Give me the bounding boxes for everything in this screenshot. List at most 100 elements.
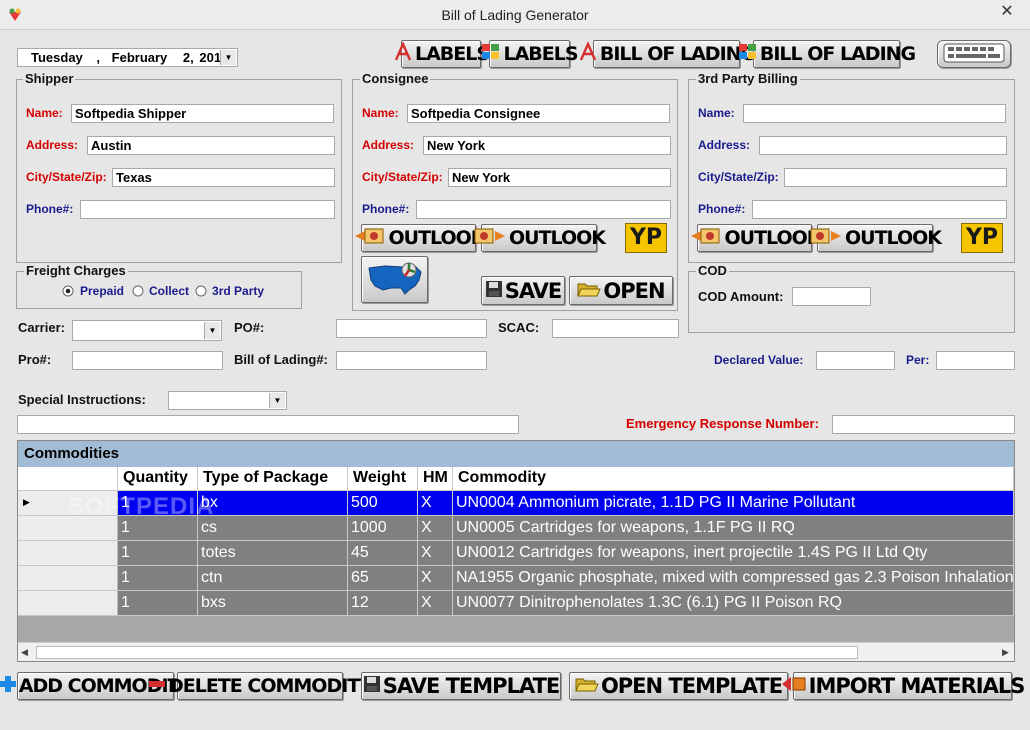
consignee-open-button[interactable]: OPEN (569, 276, 673, 305)
column-header-quantity[interactable]: Quantity (118, 467, 198, 491)
emergency-response-field[interactable] (832, 415, 1015, 434)
cell-hm[interactable]: X (418, 541, 453, 566)
cell-commodity[interactable]: UN0012 Cartridges for weapons, inert pro… (453, 541, 1014, 566)
third-party-yellow-pages-button[interactable]: YP (961, 223, 1003, 253)
cell-type[interactable]: bx (198, 491, 348, 516)
usa-map-button[interactable] (361, 256, 428, 303)
shipper-name-field[interactable]: Softpedia Shipper (71, 104, 334, 123)
shipper-city-field[interactable]: Texas (112, 168, 335, 187)
close-icon[interactable]: ✕ (990, 2, 1024, 22)
third-party-address-field[interactable] (759, 136, 1007, 155)
cell-commodity[interactable]: UN0077 Dinitrophenolates 1.3C (6.1) PG I… (453, 591, 1014, 616)
consignee-outlook-export-button[interactable]: OUTLOOK (474, 224, 606, 252)
radio-prepaid-label: Prepaid (80, 284, 125, 298)
radio-third-party[interactable]: 3rd Party (195, 284, 264, 298)
cell-type[interactable]: totes (198, 541, 348, 566)
keyboard-button[interactable] (937, 40, 1011, 68)
column-header-weight[interactable]: Weight (348, 467, 418, 491)
special-instructions-label: Special Instructions: (18, 392, 146, 407)
consignee-city-field[interactable]: New York (448, 168, 671, 187)
row-selector[interactable] (18, 566, 118, 591)
shipper-phone-field[interactable] (80, 200, 335, 219)
table-row[interactable]: 1 cs 1000 X UN0005 Cartridges for weapon… (18, 516, 1014, 541)
cell-hm[interactable]: X (418, 566, 453, 591)
pro-field[interactable] (72, 351, 223, 370)
declared-value-label: Declared Value: (714, 353, 804, 367)
chevron-down-icon[interactable]: ▼ (220, 50, 236, 65)
chevron-down-icon[interactable]: ▼ (269, 393, 285, 408)
cell-weight[interactable]: 12 (348, 591, 418, 616)
bol-pdf-button[interactable]: BILL OF LADING (579, 40, 756, 68)
consignee-save-label: SAVE (504, 278, 563, 303)
declared-value-field[interactable] (816, 351, 895, 370)
bol-win-button[interactable]: BILL OF LADING (738, 40, 916, 68)
import-materials-button[interactable]: IMPORT MATERIALS (781, 672, 1025, 700)
table-row[interactable]: 1 totes 45 X UN0012 Cartridges for weapo… (18, 541, 1014, 566)
cell-hm[interactable]: X (418, 591, 453, 616)
cell-type[interactable]: cs (198, 516, 348, 541)
column-header-hm[interactable]: HM (418, 467, 453, 491)
column-header-commodity[interactable]: Commodity (453, 467, 1014, 491)
table-row[interactable]: 1 bxs 12 X UN0077 Dinitrophenolates 1.3C… (18, 591, 1014, 616)
open-template-button[interactable]: OPEN TEMPLATE (569, 672, 788, 700)
cell-quantity[interactable]: 1 (118, 591, 198, 616)
scroll-right-icon[interactable]: ▶ (1002, 647, 1009, 658)
horizontal-scrollbar[interactable]: ◀ ▶ (18, 642, 1014, 661)
chevron-down-icon[interactable]: ▼ (204, 322, 220, 339)
row-selector[interactable] (18, 541, 118, 566)
cell-quantity[interactable]: 1 (118, 516, 198, 541)
scac-field[interactable] (552, 319, 679, 338)
bol-number-field[interactable] (336, 351, 487, 370)
date-picker[interactable]: Tuesday , February 2, 2016 ▼ (17, 48, 238, 67)
consignee-address-field[interactable]: New York (423, 136, 671, 155)
row-selector[interactable]: ▶ (18, 491, 118, 516)
third-party-name-field[interactable] (743, 104, 1006, 123)
bol-win-label: BILL OF LADING (759, 43, 916, 65)
table-row[interactable]: ▶ 1 bx 500 X UN0004 Ammonium picrate, 1.… (18, 491, 1014, 516)
commodities-grid[interactable]: Commodities Quantity Type of Package Wei… (17, 440, 1015, 662)
cell-commodity[interactable]: UN0004 Ammonium picrate, 1.1D PG II Mari… (453, 491, 1014, 516)
cell-weight[interactable]: 500 (348, 491, 418, 516)
consignee-save-button[interactable]: SAVE (481, 276, 565, 305)
cell-quantity[interactable]: 1 (118, 566, 198, 591)
cell-commodity[interactable]: NA1955 Organic phosphate, mixed with com… (453, 566, 1014, 591)
consignee-phone-field[interactable] (416, 200, 671, 219)
cell-hm[interactable]: X (418, 491, 453, 516)
labels-win-button[interactable]: LABELS (482, 40, 579, 68)
po-field[interactable] (336, 319, 487, 338)
special-instructions-select[interactable]: ▼ (168, 391, 287, 410)
third-party-city-field[interactable] (784, 168, 1007, 187)
labels-pdf-button[interactable]: LABELS (394, 40, 490, 68)
radio-prepaid[interactable]: Prepaid (62, 284, 124, 298)
cod-amount-field[interactable] (792, 287, 871, 306)
cell-weight[interactable]: 1000 (348, 516, 418, 541)
consignee-name-field[interactable]: Softpedia Consignee (407, 104, 670, 123)
scrollbar-thumb[interactable] (36, 646, 858, 659)
cell-type[interactable]: bxs (198, 591, 348, 616)
third-party-outlook-import-button[interactable]: OUTLOOK (690, 224, 822, 252)
consignee-yellow-pages-button[interactable]: YP (625, 223, 667, 253)
radio-collect[interactable]: Collect (132, 284, 189, 298)
cell-quantity[interactable]: 1 (118, 491, 198, 516)
scroll-left-icon[interactable]: ◀ (21, 647, 28, 658)
row-selector[interactable] (18, 591, 118, 616)
delete-commodity-button[interactable]: DELETE COMMODITY (149, 672, 373, 700)
column-header-type[interactable]: Type of Package (198, 467, 348, 491)
third-party-phone-field[interactable] (752, 200, 1007, 219)
cell-commodity[interactable]: UN0005 Cartridges for weapons, 1.1F PG I… (453, 516, 1014, 541)
cell-type[interactable]: ctn (198, 566, 348, 591)
carrier-select[interactable]: ▼ (72, 320, 222, 341)
shipper-address-field[interactable]: Austin (87, 136, 335, 155)
row-selector[interactable] (18, 516, 118, 541)
consignee-outlook-import-button[interactable]: OUTLOOK (354, 224, 486, 252)
save-template-label: SAVE TEMPLATE (382, 674, 560, 698)
third-party-outlook-export-button[interactable]: OUTLOOK (810, 224, 942, 252)
cell-hm[interactable]: X (418, 516, 453, 541)
per-field[interactable] (936, 351, 1015, 370)
save-template-button[interactable]: SAVE TEMPLATE (361, 672, 561, 700)
special-instructions-text[interactable] (17, 415, 519, 434)
cell-weight[interactable]: 65 (348, 566, 418, 591)
table-row[interactable]: 1 ctn 65 X NA1955 Organic phosphate, mix… (18, 566, 1014, 591)
cell-quantity[interactable]: 1 (118, 541, 198, 566)
cell-weight[interactable]: 45 (348, 541, 418, 566)
